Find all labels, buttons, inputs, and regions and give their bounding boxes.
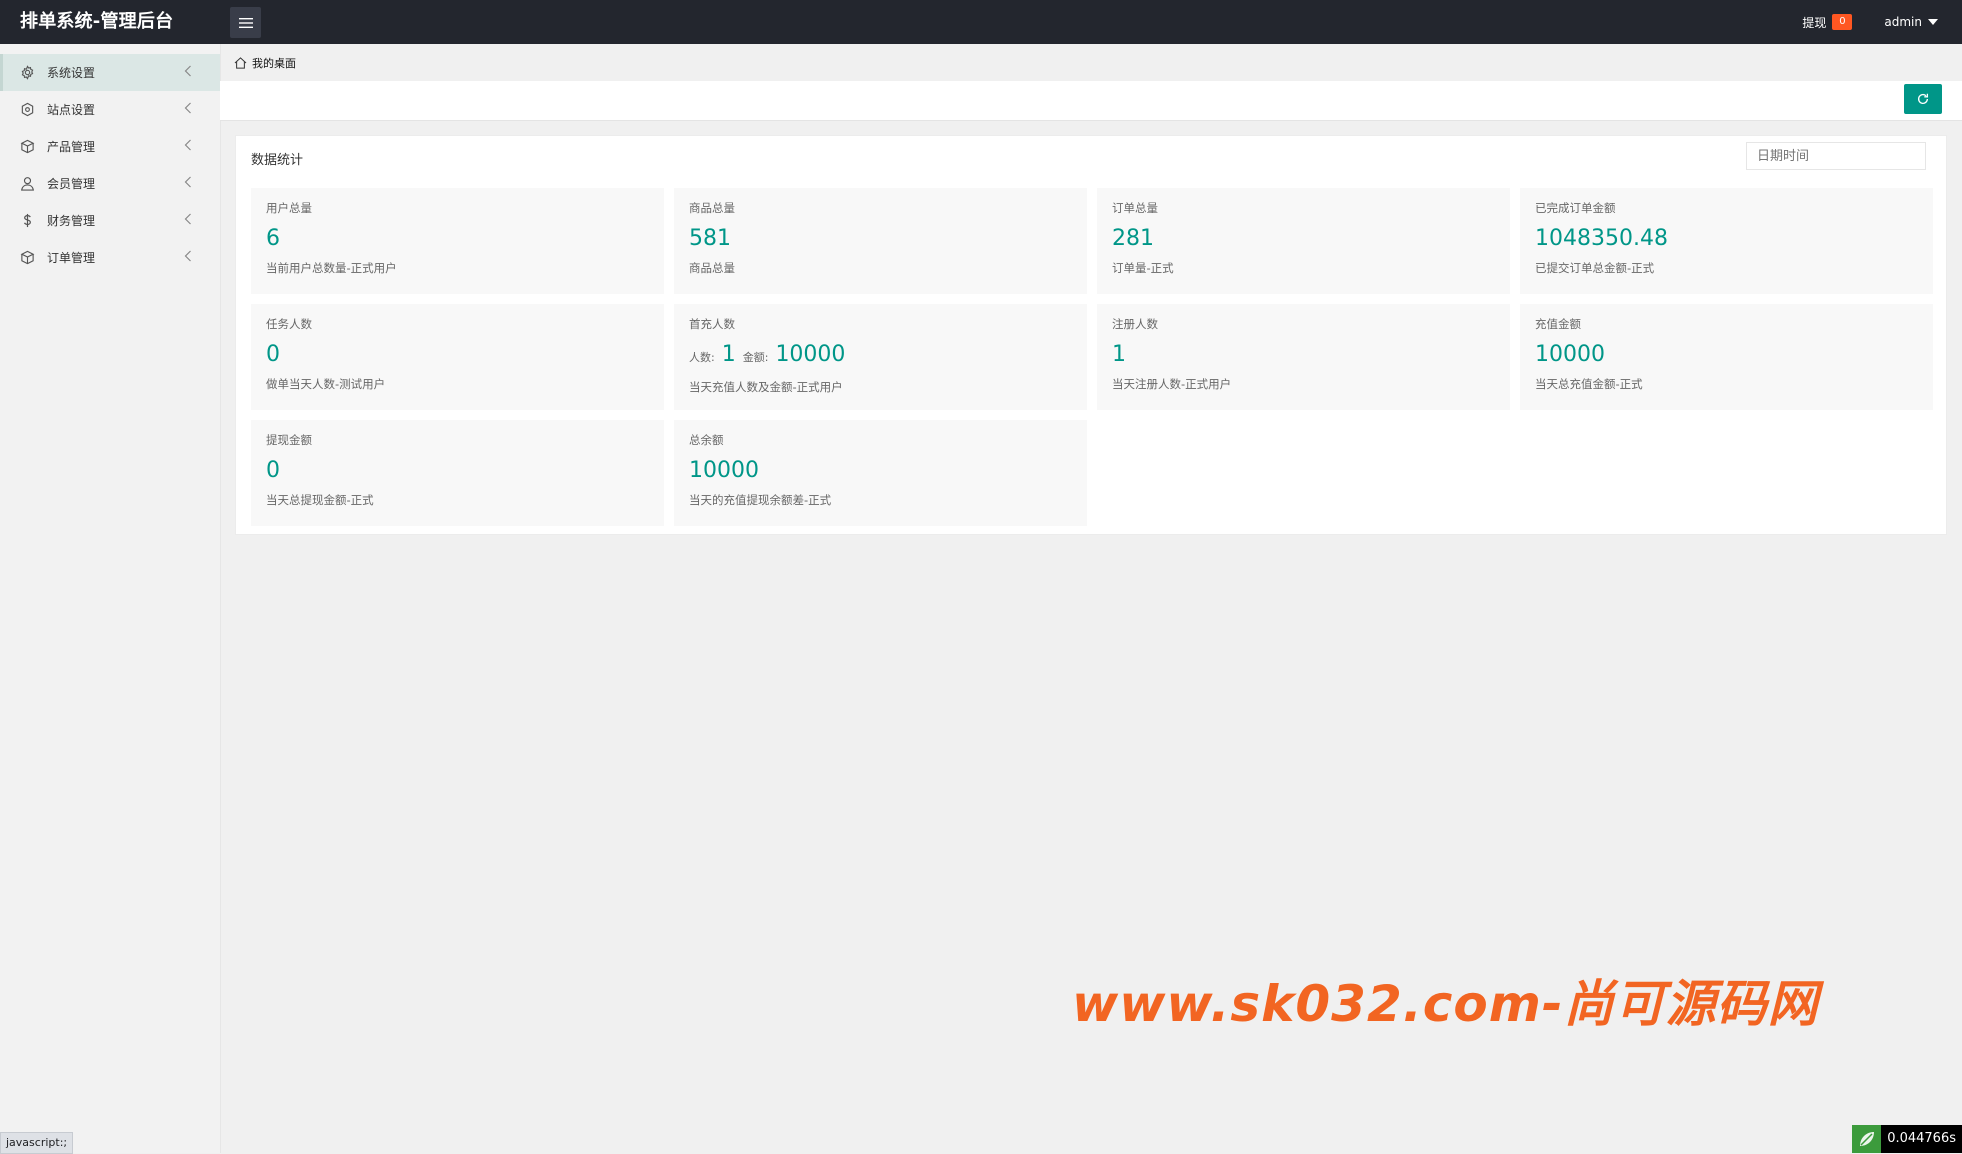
stat-desc: 当天总充值金额-正式 (1535, 377, 1643, 391)
stat-value: 6 (266, 226, 280, 251)
stat-value: 0 (266, 342, 280, 367)
withdraw-count-badge: 0 (1832, 14, 1853, 30)
stat-value: 10000 (689, 458, 759, 483)
caret-down-icon (1928, 19, 1938, 25)
chevron-left-icon (184, 102, 191, 114)
sidebar-item-site-settings[interactable]: 站点设置 (0, 91, 220, 128)
stats-cards: 用户总量 6 当前用户总数量-正式用户 商品总量 581 商品总量 订单总量 2… (251, 188, 1933, 526)
stat-desc: 订单量-正式 (1112, 261, 1174, 275)
people-value: 1 (721, 342, 736, 367)
stat-desc: 做单当天人数-测试用户 (266, 377, 386, 391)
stat-title: 已完成订单金额 (1535, 201, 1616, 215)
sidebar-item-product-management[interactable]: 产品管理 (0, 128, 220, 165)
toolbar (220, 81, 1962, 121)
status-link-tooltip: javascript:; (0, 1132, 74, 1154)
stat-desc: 当天总提现金额-正式 (266, 493, 374, 507)
stat-desc: 当天注册人数-正式用户 (1112, 377, 1232, 391)
chevron-left-icon (184, 213, 191, 225)
panel-title: 数据统计 (251, 153, 304, 168)
stat-title: 提现金额 (266, 433, 312, 447)
home-icon (234, 56, 247, 69)
refresh-button[interactable] (1904, 84, 1942, 114)
breadcrumb: 我的桌面 (220, 44, 1962, 81)
stat-value: 人数: 1 金额: 10000 (689, 342, 1072, 371)
user-menu[interactable]: admin (1884, 15, 1938, 29)
stat-card-recharge-amount: 充值金额 10000 当天总充值金额-正式 (1520, 304, 1933, 410)
stat-title: 总余额 (689, 433, 724, 447)
chevron-left-icon (184, 65, 191, 77)
sidebar-item-label: 财务管理 (47, 214, 96, 228)
leaf-logo-icon (1852, 1125, 1882, 1153)
stat-card-total-users: 用户总量 6 当前用户总数量-正式用户 (251, 188, 664, 294)
sidebar-item-label: 订单管理 (47, 251, 96, 265)
stat-value: 1048350.48 (1535, 226, 1668, 251)
amount-label: 金额: (742, 351, 769, 364)
menu-icon (238, 17, 253, 28)
top-header: 排单系统-管理后台 提现 0 admin (0, 0, 1962, 44)
chevron-left-icon (184, 139, 191, 151)
stat-card-completed-order-amount: 已完成订单金额 1048350.48 已提交订单总金额-正式 (1520, 188, 1933, 294)
amount-value: 10000 (775, 342, 846, 367)
stat-desc: 已提交订单总金额-正式 (1535, 261, 1655, 275)
stat-title: 订单总量 (1112, 201, 1158, 215)
chevron-left-icon (184, 176, 191, 188)
dollar-icon (18, 212, 36, 230)
sidebar-item-member-management[interactable]: 会员管理 (0, 165, 220, 202)
stat-card-first-recharge: 首充人数 人数: 1 金额: 10000 当天充值人数及金额-正式用户 (674, 304, 1087, 410)
stat-title: 商品总量 (689, 201, 735, 215)
people-label: 人数: (689, 351, 715, 364)
sidebar-item-label: 会员管理 (47, 177, 96, 191)
stat-value: 1 (1112, 342, 1126, 367)
sidebar-item-system-settings[interactable]: 系统设置 (0, 54, 220, 91)
app-title: 排单系统-管理后台 (20, 11, 174, 32)
stat-card-total-orders: 订单总量 281 订单量-正式 (1097, 188, 1510, 294)
stat-card-registrations: 注册人数 1 当天注册人数-正式用户 (1097, 304, 1510, 410)
stat-title: 用户总量 (266, 201, 312, 215)
withdraw-link[interactable]: 提现 0 (1802, 14, 1853, 31)
stat-desc: 当天的充值提现余额差-正式 (689, 493, 832, 507)
stat-card-task-users: 任务人数 0 做单当天人数-测试用户 (251, 304, 664, 410)
stat-value: 581 (689, 226, 731, 251)
stat-title: 充值金额 (1535, 317, 1581, 331)
stat-desc: 商品总量 (689, 261, 735, 275)
stat-value: 0 (266, 458, 280, 483)
debug-timer[interactable]: 0.044766s (1852, 1125, 1962, 1153)
withdraw-label: 提现 (1802, 15, 1827, 30)
chevron-left-icon (184, 250, 191, 262)
sidebar: 系统设置 站点设置 产品管理 会员管理 财务管理 订单管理 (0, 44, 221, 1153)
sidebar-item-label: 站点设置 (47, 103, 96, 117)
user-icon (18, 175, 36, 193)
stat-title: 注册人数 (1112, 317, 1158, 331)
watermark-text: www.sk032.com-尚可源码网 (1072, 975, 1819, 1033)
stat-title: 首充人数 (689, 317, 735, 331)
sidebar-item-label: 系统设置 (47, 66, 96, 80)
date-input[interactable] (1746, 142, 1926, 170)
stats-panel: 数据统计 用户总量 6 当前用户总数量-正式用户 商品总量 581 商品总量 订… (235, 135, 1947, 535)
stat-card-withdraw-amount: 提现金额 0 当天总提现金额-正式 (251, 420, 664, 526)
cube-outline-icon (18, 101, 36, 119)
stat-value: 281 (1112, 226, 1154, 251)
stat-desc: 当前用户总数量-正式用户 (266, 261, 397, 275)
sidebar-item-label: 产品管理 (47, 140, 96, 154)
breadcrumb-current[interactable]: 我的桌面 (252, 55, 296, 71)
stat-card-total-balance: 总余额 10000 当天的充值提现余额差-正式 (674, 420, 1087, 526)
box-icon (18, 249, 36, 267)
timer-value: 0.044766s (1881, 1125, 1962, 1153)
sidebar-item-order-management[interactable]: 订单管理 (0, 239, 220, 276)
stat-desc: 当天充值人数及金额-正式用户 (689, 380, 843, 394)
refresh-icon (1917, 93, 1929, 104)
box-icon (18, 138, 36, 156)
username: admin (1884, 15, 1922, 29)
stat-card-total-products: 商品总量 581 商品总量 (674, 188, 1087, 294)
gear-icon (18, 64, 36, 82)
stat-value: 10000 (1535, 342, 1605, 367)
stat-title: 任务人数 (266, 317, 312, 331)
sidebar-item-finance-management[interactable]: 财务管理 (0, 202, 220, 239)
menu-toggle-button[interactable] (230, 7, 261, 38)
